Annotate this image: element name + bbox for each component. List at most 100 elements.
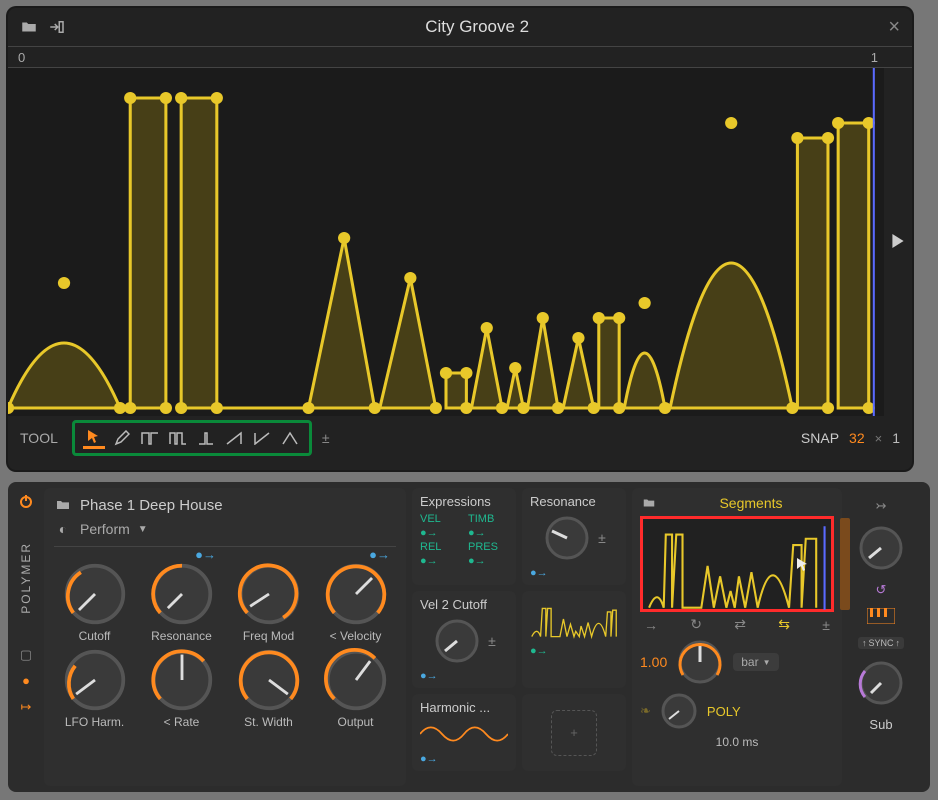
resonance-box: Resonance ± ●→ (522, 488, 626, 585)
segments-playmode-row: → ↻ ⇄ ⇆ ± (640, 616, 834, 633)
knob-cutoff[interactable] (62, 561, 128, 627)
segments-canvas[interactable] (8, 68, 884, 416)
knob-label: < Velocity (330, 629, 382, 643)
knob-label: LFO Harm. (65, 715, 124, 729)
oneshot-icon[interactable]: → (644, 617, 658, 633)
tool-pointer-icon[interactable] (83, 427, 105, 449)
refresh-icon[interactable]: ↺ (876, 582, 887, 598)
segments-preview[interactable] (640, 516, 834, 612)
reso-route-icon[interactable]: ●→ (530, 567, 618, 579)
mini-route-icon[interactable]: ●→ (530, 645, 618, 657)
hold-icon[interactable]: ⇆ (778, 616, 790, 633)
vel2-route-icon[interactable]: ●→ (420, 670, 508, 682)
tool-ramp-down-icon[interactable] (251, 427, 273, 449)
tool-pencil-icon[interactable] (111, 427, 133, 449)
pres-route-icon[interactable]: ●→ (468, 555, 508, 567)
knob-lfoharm[interactable] (62, 647, 128, 713)
mod-arrow-icon[interactable]: ●→ (195, 547, 216, 562)
vel2-title: Vel 2 Cutoff (420, 597, 508, 612)
piano-icon[interactable] (867, 608, 895, 627)
snap-multiplier[interactable]: 1 (892, 430, 900, 446)
smoothing-value[interactable]: 10.0 ms (640, 735, 834, 749)
harmonic-title: Harmonic ... (420, 700, 508, 715)
resonance-knob[interactable] (542, 513, 592, 563)
knob-velocity[interactable] (323, 561, 389, 627)
remote-dot-icon[interactable]: ● (17, 672, 35, 690)
vel2-knob[interactable] (432, 616, 482, 666)
poly-mode[interactable]: POLY (707, 704, 741, 719)
tool-triangle-icon[interactable] (279, 427, 301, 449)
tool-half-icon[interactable] (195, 427, 217, 449)
expressions-box: Expressions VEL TIMB ●→ ●→ REL PRES ●→ ●… (412, 488, 516, 585)
mod-route-icon[interactable]: ↦ (17, 698, 35, 716)
knob-rate[interactable] (149, 647, 215, 713)
pingpong-icon[interactable]: ⇄ (734, 616, 746, 633)
tool-pulse-icon[interactable] (167, 427, 189, 449)
expr-rel[interactable]: REL (420, 541, 460, 553)
preset-folder[interactable]: Phase 1 Deep House (80, 497, 223, 514)
expr-vel[interactable]: VEL (420, 513, 460, 525)
knob-label: St. Width (244, 715, 293, 729)
preset-menu[interactable]: Perform (80, 521, 130, 537)
plus-icon[interactable]: + (551, 710, 597, 756)
loop-icon[interactable]: ↻ (690, 616, 702, 633)
rel-route-icon[interactable]: ●→ (420, 555, 460, 567)
tool-label: TOOL (20, 430, 58, 446)
chevron-down-icon[interactable]: ▼ (138, 524, 148, 535)
harmonic-box: Harmonic ... ●→ (412, 694, 516, 771)
merge-icon[interactable]: ↣ (876, 498, 887, 514)
right-rail: ↣ ↺ ↑ SYNC ↑ Sub (848, 488, 914, 786)
power-icon[interactable] (17, 492, 35, 510)
rate-unit-select[interactable]: bar▼ (733, 653, 778, 671)
knob-label: Freq Mod (243, 629, 294, 643)
smoothing-knob[interactable] (659, 691, 699, 731)
rate-value[interactable]: 1.00 (640, 654, 667, 670)
bipolar-icon[interactable]: ± (598, 530, 606, 546)
timb-route-icon[interactable]: ●→ (468, 527, 508, 539)
play-icon[interactable] (891, 234, 905, 251)
tool-ramp-up-icon[interactable] (223, 427, 245, 449)
knob-resonance[interactable] (149, 561, 215, 627)
expr-timb[interactable]: TIMB (468, 513, 508, 525)
macro-knob-grid: Cutoff ●→ Resonance Freq Mod ●→ < Veloci… (54, 561, 396, 729)
vel2cutoff-box: Vel 2 Cutoff ± ●→ (412, 591, 516, 688)
vel-route-icon[interactable]: ●→ (420, 527, 460, 539)
knob-stwidth[interactable] (236, 647, 302, 713)
device-panel: POLYMER ▢ ● ↦ Phase 1 Deep House ◐ Perfo… (8, 482, 930, 792)
import-icon[interactable] (48, 18, 66, 36)
segments-title[interactable]: Segments (668, 495, 834, 511)
bipolar-icon[interactable]: ± (488, 633, 496, 649)
snap-divisions[interactable]: 32 (849, 430, 865, 446)
mod-arrow-icon[interactable]: ●→ (369, 547, 390, 562)
play-column (884, 68, 912, 416)
knob-label: Resonance (151, 629, 212, 643)
rail-knob-1[interactable] (857, 524, 905, 572)
folder-icon[interactable] (54, 496, 72, 514)
close-icon[interactable]: × (888, 16, 900, 39)
timeline-ruler[interactable]: 0 1 (8, 46, 912, 68)
tool-step-icon[interactable] (139, 427, 161, 449)
knob-freqmod[interactable] (236, 561, 302, 627)
leaf-icon[interactable]: ❧ (640, 703, 651, 719)
add-modulator-slot[interactable]: + (522, 694, 626, 771)
bipolar-toggle[interactable]: ± (322, 430, 330, 446)
output-meter (840, 518, 850, 610)
snap-label: SNAP (801, 430, 839, 446)
folder-icon[interactable] (640, 494, 658, 512)
sub-knob[interactable] (857, 659, 905, 707)
rate-knob[interactable] (675, 637, 725, 687)
editor-header: City Groove 2 × (8, 8, 912, 46)
mini-segments-preview[interactable]: ●→ (522, 591, 626, 688)
sync-button[interactable]: ↑ SYNC ↑ (858, 637, 904, 649)
harm-route-icon[interactable]: ●→ (420, 753, 508, 765)
tool-group-highlight (72, 420, 312, 456)
segments-editor: City Groove 2 × 0 1 (8, 8, 912, 470)
clock-icon[interactable]: ◐ (54, 520, 72, 538)
device-name-vertical: POLYMER (19, 542, 33, 614)
expr-pres[interactable]: PRES (468, 541, 508, 553)
expand-icon[interactable]: ▢ (17, 646, 35, 664)
ruler-end: 1 (871, 50, 902, 65)
bipolar-icon[interactable]: ± (822, 617, 830, 633)
folder-icon[interactable] (20, 18, 38, 36)
knob-output[interactable] (323, 647, 389, 713)
